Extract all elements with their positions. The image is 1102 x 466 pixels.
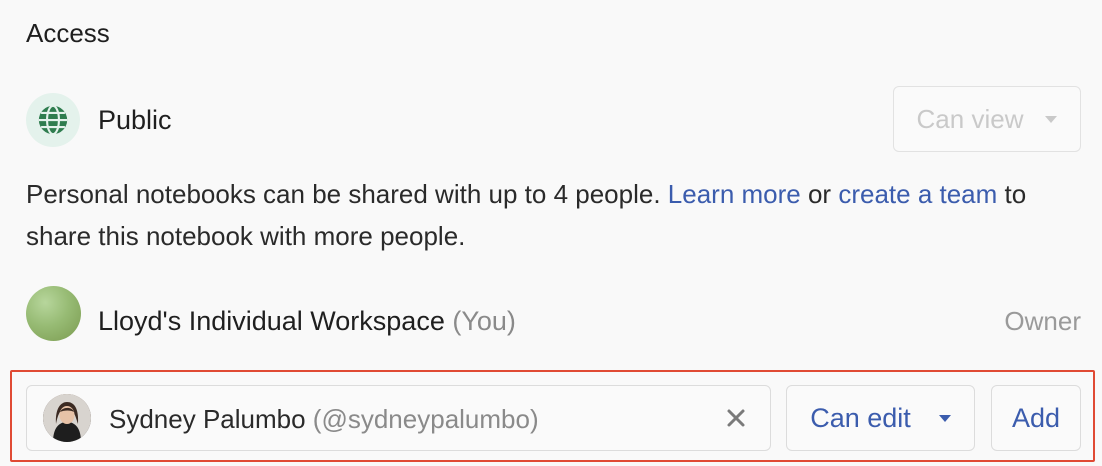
invitee-input-chip[interactable]: Sydney Palumbo (@sydneypalumbo) [26,385,771,451]
close-icon [727,409,745,427]
invitee-label: Sydney Palumbo (@sydneypalumbo) [109,404,539,435]
public-permission-select: Can view [893,86,1081,152]
owner-row: Lloyd's Individual Workspace (You) Owner [26,286,1081,344]
create-team-link[interactable]: create a team [838,179,997,209]
public-label: Public [98,105,172,135]
owner-role-label: Owner [1004,306,1081,336]
chevron-down-icon [938,414,951,422]
public-permission-value: Can view [916,103,1024,134]
owner-name: Lloyd's Individual Workspace (You) [98,306,516,337]
invitee-handle: (@sydneypalumbo) [312,404,539,434]
notice-text-2: or [800,179,839,209]
globe-icon [26,93,80,147]
access-section-title: Access [26,18,110,48]
add-button[interactable]: Add [991,385,1081,451]
invitee-avatar [43,394,91,442]
owner-name-text: Lloyd's Individual Workspace [98,306,445,336]
public-access-row: Public Can view [26,86,1081,153]
notice-text-1: Personal notebooks can be shared with up… [26,179,668,209]
you-tag: (You) [452,306,516,336]
workspace-avatar [26,286,81,341]
invite-permission-value: Can edit [810,402,911,433]
invite-permission-select[interactable]: Can edit [786,385,975,451]
chevron-down-icon [1045,115,1058,123]
learn-more-link[interactable]: Learn more [668,179,801,209]
invitee-name: Sydney Palumbo [109,404,306,434]
share-limit-notice: Personal notebooks can be shared with up… [26,173,1066,257]
remove-invitee-button[interactable] [720,402,752,434]
